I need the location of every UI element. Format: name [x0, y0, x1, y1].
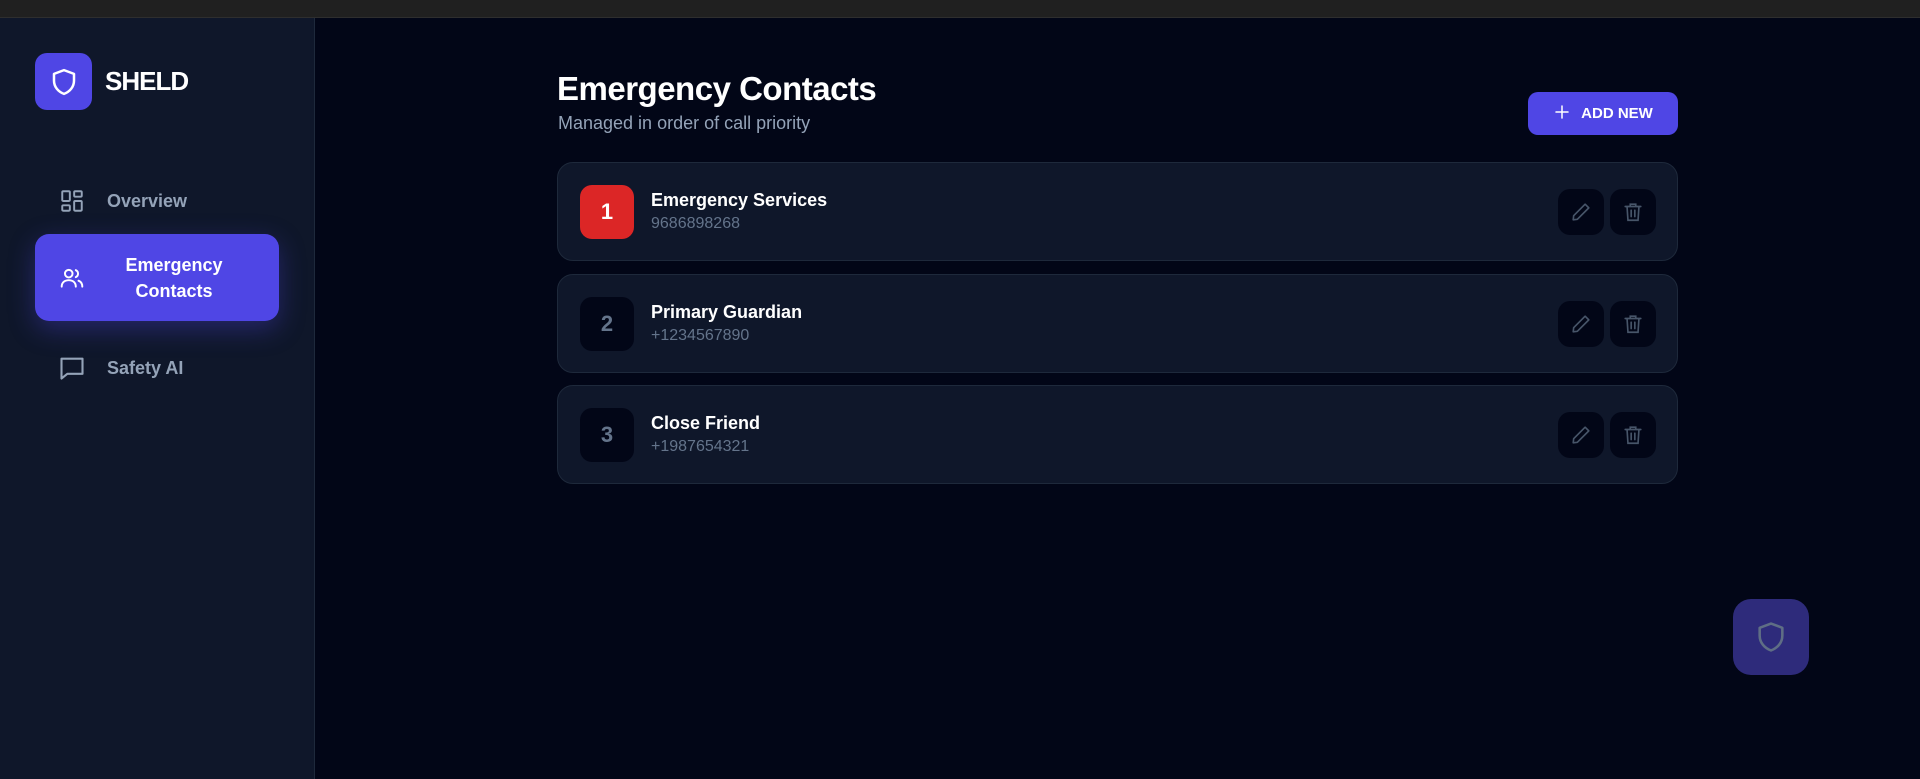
- shield-fab-button[interactable]: [1733, 599, 1809, 675]
- window-top-bar: [0, 0, 1920, 18]
- pencil-icon: [1572, 315, 1590, 333]
- trash-icon: [1624, 203, 1642, 222]
- brand-name: SHELD: [105, 66, 189, 96]
- priority-badge: 2: [580, 297, 634, 351]
- priority-badge: 3: [580, 408, 634, 462]
- page-title: Emergency Contacts: [557, 70, 877, 107]
- chat-icon: [57, 353, 87, 383]
- shield-logo-icon: [35, 53, 92, 110]
- add-new-label: ADD NEW: [1581, 105, 1653, 122]
- sidebar-item-emergency-contacts[interactable]: Emergency Contacts: [35, 234, 279, 321]
- priority-badge: 1: [580, 185, 634, 239]
- contact-phone: 9686898268: [651, 215, 740, 232]
- edit-button[interactable]: [1558, 189, 1604, 235]
- delete-button[interactable]: [1610, 189, 1656, 235]
- delete-button[interactable]: [1610, 301, 1656, 347]
- contact-name: Emergency Services: [651, 190, 828, 210]
- contact-phone: +1234567890: [651, 327, 750, 344]
- sidebar: SHELD Overview Emergency Contacts Safety…: [0, 18, 315, 779]
- contact-phone: +1987654321: [651, 438, 750, 455]
- sidebar-item-label: Overview: [107, 190, 188, 211]
- contact-name: Primary Guardian: [651, 302, 803, 322]
- contact-card: 1 Emergency Services 9686898268: [557, 162, 1678, 261]
- sidebar-item-overview[interactable]: Overview: [35, 178, 279, 224]
- users-icon: [57, 263, 87, 293]
- add-new-button[interactable]: ADD NEW: [1528, 92, 1678, 135]
- trash-icon: [1624, 315, 1642, 334]
- trash-icon: [1624, 426, 1642, 445]
- brand: SHELD: [35, 53, 189, 110]
- edit-button[interactable]: [1558, 412, 1604, 458]
- edit-button[interactable]: [1558, 301, 1604, 347]
- sidebar-item-safety-ai[interactable]: Safety AI: [35, 345, 279, 391]
- delete-button[interactable]: [1610, 412, 1656, 458]
- contact-name: Close Friend: [651, 413, 761, 433]
- page-subtitle: Managed in order of call priority: [558, 113, 811, 133]
- sidebar-item-label: Safety AI: [107, 357, 184, 378]
- shield-icon: [1758, 622, 1784, 652]
- contact-card: 3 Close Friend +1987654321: [557, 385, 1678, 484]
- contact-card: 2 Primary Guardian +1234567890: [557, 274, 1678, 373]
- pencil-icon: [1572, 203, 1590, 221]
- dashboard-icon: [57, 186, 87, 216]
- plus-icon: [1553, 103, 1571, 125]
- sidebar-item-label: Emergency Contacts: [125, 254, 223, 301]
- pencil-icon: [1572, 426, 1590, 444]
